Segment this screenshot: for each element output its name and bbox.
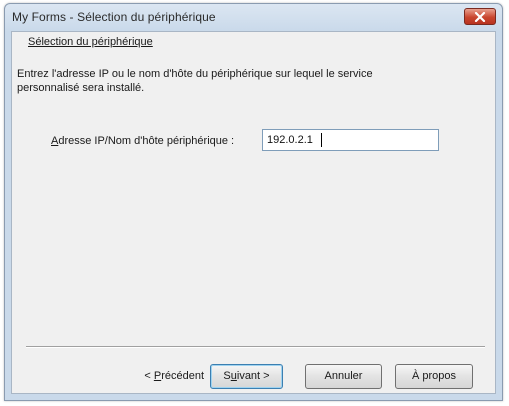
next-button[interactable]: Suivant > <box>210 364 283 389</box>
cancel-button[interactable]: Annuler <box>305 364 382 389</box>
text-caret <box>321 133 322 147</box>
window-title: My Forms - Sélection du périphérique <box>12 10 216 24</box>
previous-button[interactable]: < Précédent <box>124 364 208 389</box>
close-icon <box>474 11 486 22</box>
ip-hostname-input[interactable] <box>262 129 439 151</box>
prev-text: récédent <box>161 370 204 382</box>
title-bar[interactable]: My Forms - Sélection du périphérique <box>5 4 502 31</box>
next-prefix: S <box>223 370 231 382</box>
ip-hostname-label: Adresse IP/Nom d'hôte périphérique : <box>51 135 234 147</box>
page-heading: Sélection du périphérique <box>28 36 153 48</box>
about-button[interactable]: À propos <box>395 364 473 389</box>
close-button[interactable] <box>464 8 496 25</box>
button-separator <box>26 346 485 348</box>
next-text: ivant > <box>236 370 270 382</box>
dialog-window: My Forms - Sélection du périphérique <box>4 3 503 401</box>
page-description: Entrez l'adresse IP ou le nom d'hôte du … <box>17 68 373 94</box>
label-text: dresse IP/Nom d'hôte périphérique : <box>58 135 235 147</box>
prev-prefix: < <box>144 370 154 382</box>
